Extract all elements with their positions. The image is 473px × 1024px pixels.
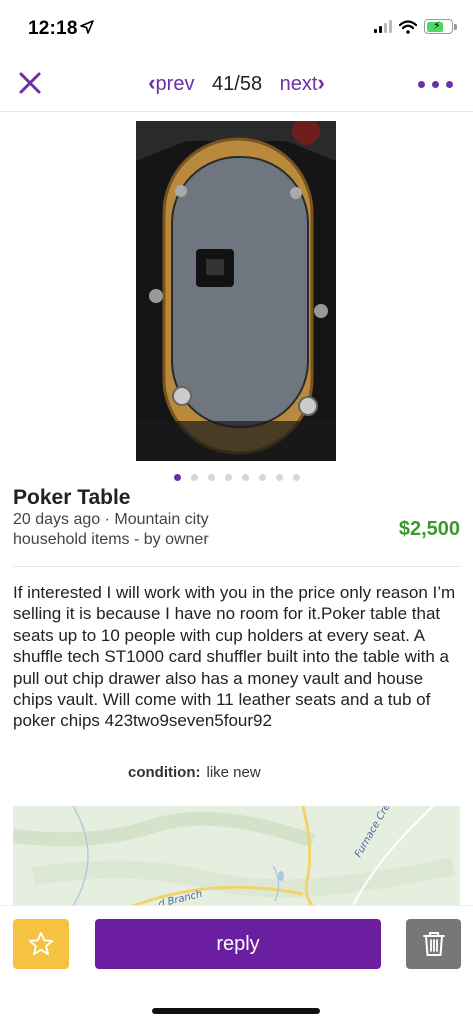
gallery-dot[interactable] — [258, 474, 266, 481]
divider — [13, 566, 460, 567]
battery-icon: ⚡ — [424, 19, 457, 34]
map-roads — [13, 806, 460, 906]
listing-title: Poker Table — [13, 486, 131, 509]
delete-button[interactable] — [406, 919, 461, 969]
gallery-dot[interactable] — [207, 474, 215, 481]
attribute-key: condition: — [128, 764, 201, 781]
gallery-dot[interactable] — [275, 474, 283, 481]
attribute-condition: condition: like new — [128, 764, 261, 781]
listing-counter: 41/58 — [212, 73, 263, 95]
gallery-pagination — [0, 468, 473, 486]
gallery-dot[interactable] — [241, 474, 249, 481]
prev-button[interactable]: ‹prev — [148, 70, 195, 95]
status-indicators: ⚡ — [374, 19, 457, 34]
reply-label: reply — [216, 932, 260, 955]
next-label: next — [279, 73, 318, 95]
star-icon — [28, 931, 54, 955]
listing-category: household items - by owner — [13, 531, 209, 548]
reply-button[interactable]: reply — [95, 919, 381, 969]
status-time: 12:18 — [28, 18, 78, 39]
chevron-right-icon: › — [317, 70, 325, 95]
poker-table-image — [136, 121, 336, 461]
trash-icon — [422, 932, 445, 956]
location-map[interactable]: Furnace Creek d Branch — [13, 806, 460, 906]
attribute-value: like new — [206, 764, 261, 781]
status-bar: 12:18 ⚡ — [0, 0, 473, 56]
gallery-dot[interactable] — [224, 474, 232, 481]
prev-label: prev — [155, 73, 195, 95]
location-arrow-icon — [80, 20, 94, 34]
action-bar: reply — [0, 905, 473, 981]
gallery-dot[interactable] — [173, 474, 181, 481]
listing-description: If interested I will work with you in th… — [13, 583, 456, 731]
next-button[interactable]: next› — [279, 70, 325, 95]
gallery-dot[interactable] — [292, 474, 300, 481]
signal-icon — [374, 20, 392, 33]
wifi-icon — [399, 19, 417, 34]
chevron-left-icon: ‹ — [148, 70, 156, 95]
gallery-dot[interactable] — [190, 474, 198, 481]
more-icon[interactable] — [418, 81, 453, 88]
favorite-button[interactable] — [13, 919, 69, 969]
nav-bar: ‹prev 41/58 next› — [0, 56, 473, 112]
listing-photo[interactable] — [136, 121, 336, 461]
pager: ‹prev 41/58 next› — [0, 70, 473, 96]
home-indicator — [152, 1008, 320, 1014]
listing-price: $2,500 — [398, 518, 460, 540]
posted-location: 20 days ago · Mountain city — [13, 511, 209, 528]
